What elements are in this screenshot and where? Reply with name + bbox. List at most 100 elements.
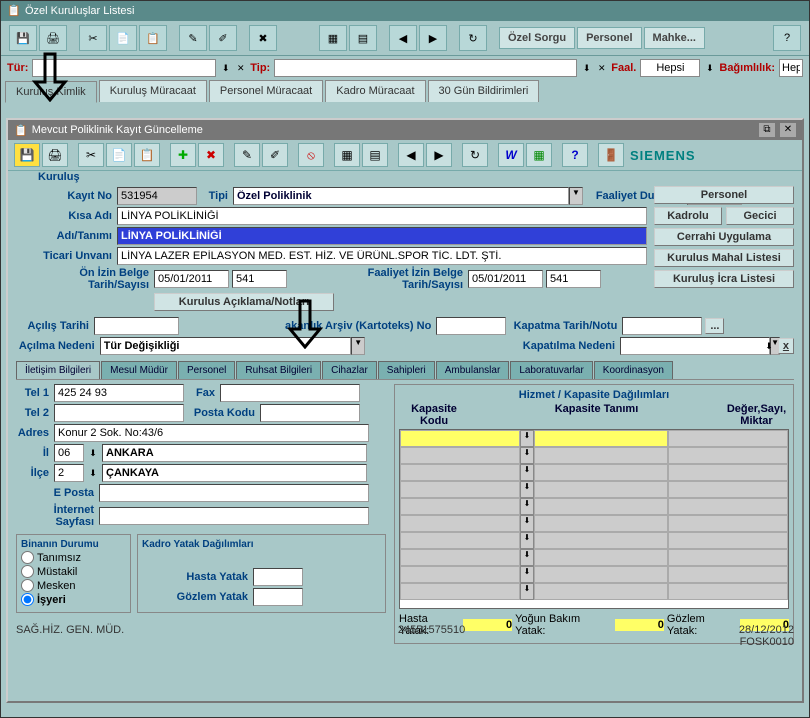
fax-field[interactable]: [220, 384, 360, 402]
highlight-icon[interactable]: ✐: [209, 25, 237, 51]
form-icon[interactable]: ▤: [349, 25, 377, 51]
tel1-field[interactable]: [54, 384, 184, 402]
prev-icon[interactable]: ◀: [398, 143, 424, 167]
kapatma-tarih-field[interactable]: [622, 317, 702, 335]
tab-personel-muracaat[interactable]: Personel Müracaat: [209, 80, 323, 102]
lookup-icon[interactable]: ⬇: [763, 339, 775, 353]
add-icon[interactable]: ✚: [170, 143, 196, 167]
faal-input[interactable]: [640, 59, 700, 77]
bagimlilik-input[interactable]: [779, 59, 803, 77]
window-icon[interactable]: ▦: [319, 25, 347, 51]
lookup-icon[interactable]: ⬇: [520, 430, 534, 447]
exit-icon[interactable]: 🚪: [598, 143, 624, 167]
kap-kod-input[interactable]: [400, 430, 520, 447]
hasta-yatak-field[interactable]: [253, 568, 303, 586]
kap-tanim-input[interactable]: [534, 430, 668, 447]
cut-icon[interactable]: ✂: [78, 143, 104, 167]
lookup-icon[interactable]: ⬇: [87, 466, 99, 480]
lookup-icon[interactable]: ⬇: [581, 61, 592, 75]
icra-button[interactable]: Kuruluş İcra Listesi: [654, 270, 794, 288]
ilce-kod-field[interactable]: [54, 464, 84, 482]
refresh-icon[interactable]: ↻: [462, 143, 488, 167]
remove-icon[interactable]: ✖: [198, 143, 224, 167]
personel-button[interactable]: Personel: [654, 186, 794, 204]
chevron-down-icon[interactable]: ▼: [569, 187, 583, 205]
tab-kurulus-muracaat[interactable]: Kuruluş Müracaat: [99, 80, 207, 102]
radio-tanimsiz[interactable]: [21, 551, 34, 564]
tur-input[interactable]: [32, 59, 216, 77]
cerrahi-button[interactable]: Cerrahi Uygulama: [654, 228, 794, 246]
prev-icon[interactable]: ◀: [389, 25, 417, 51]
tab-kurulus-kimlik[interactable]: Kuruluş Kimlik: [5, 81, 97, 103]
tab-sahipleri[interactable]: Sahipleri: [378, 361, 435, 379]
kurulus-aciklama-button[interactable]: Kurulus Açıklama/Notları: [154, 293, 334, 311]
clear-icon[interactable]: ✕: [596, 61, 607, 75]
copy-icon[interactable]: 📄: [106, 143, 132, 167]
radio-isyeri[interactable]: [21, 593, 34, 606]
lookup-icon[interactable]: ⬇: [220, 61, 231, 75]
cancel-icon[interactable]: ⦸: [298, 143, 324, 167]
faaliyet-izin-tarih-field[interactable]: [468, 270, 543, 288]
kisa-adi-field[interactable]: [117, 207, 647, 225]
adi-tanimi-field[interactable]: [117, 227, 647, 245]
cut-icon[interactable]: ✂: [79, 25, 107, 51]
il-ad-field[interactable]: [102, 444, 367, 462]
next-icon[interactable]: ▶: [426, 143, 452, 167]
acilis-tarihi-field[interactable]: [94, 317, 179, 335]
help-icon[interactable]: ?: [562, 143, 588, 167]
personel-button[interactable]: Personel: [577, 27, 641, 49]
faaliyet-izin-sayi-field[interactable]: [546, 270, 601, 288]
kadrolu-button[interactable]: Kadrolu: [654, 207, 722, 225]
save-icon[interactable]: 💾: [14, 143, 40, 167]
mahal-button[interactable]: Kurulus Mahal Listesi: [654, 249, 794, 267]
tip-input[interactable]: [274, 59, 577, 77]
paste-icon[interactable]: 📋: [139, 25, 167, 51]
gecici-button[interactable]: Gecici: [726, 207, 794, 225]
close-icon[interactable]: ✕: [780, 123, 796, 137]
refresh-icon[interactable]: ↻: [459, 25, 487, 51]
save-icon[interactable]: 💾: [9, 25, 37, 51]
delete-icon[interactable]: ✖: [249, 25, 277, 51]
tab-personel[interactable]: Personel: [178, 361, 235, 379]
kapatilma-nedeni-field[interactable]: [620, 337, 770, 355]
tipi-field[interactable]: [233, 187, 569, 205]
help-icon[interactable]: ?: [773, 25, 801, 51]
copy-icon[interactable]: 📄: [109, 25, 137, 51]
ilce-ad-field[interactable]: [102, 464, 367, 482]
tab-iletisim[interactable]: İletişim Bilgileri: [16, 361, 100, 379]
word-icon[interactable]: W: [498, 143, 524, 167]
tel2-field[interactable]: [54, 404, 184, 422]
acilma-nedeni-field[interactable]: [100, 337, 352, 355]
tab-ruhsat[interactable]: Ruhsat Bilgileri: [236, 361, 321, 379]
internet-field[interactable]: [99, 507, 369, 525]
gozlem-yatak-field[interactable]: [253, 588, 303, 606]
bakanlik-arsiv-field[interactable]: [436, 317, 506, 335]
next-icon[interactable]: ▶: [419, 25, 447, 51]
window-icon[interactable]: ▦: [334, 143, 360, 167]
restore-icon[interactable]: ⧉: [759, 123, 775, 137]
eposta-field[interactable]: [99, 484, 369, 502]
chevron-down-icon[interactable]: ▼: [351, 337, 365, 355]
lookup-icon[interactable]: ⬇: [704, 61, 715, 75]
kapasite-table[interactable]: ⬇ ⬇ ⬇ ⬇ ⬇ ⬇ ⬇ ⬇ ⬇ ⬇: [399, 429, 789, 609]
il-kod-field[interactable]: [54, 444, 84, 462]
print-icon[interactable]: 🖨: [42, 143, 68, 167]
print-icon[interactable]: 🖨: [39, 25, 67, 51]
tab-cihazlar[interactable]: Cihazlar: [322, 361, 377, 379]
on-izin-tarih-field[interactable]: [154, 270, 229, 288]
on-izin-sayi-field[interactable]: [232, 270, 287, 288]
radio-mesken[interactable]: [21, 579, 34, 592]
clear-button[interactable]: x: [778, 338, 794, 354]
tab-30gun[interactable]: 30 Gün Bildirimleri: [428, 80, 540, 102]
ozel-sorgu-button[interactable]: Özel Sorgu: [499, 27, 575, 49]
paste-icon[interactable]: 📋: [134, 143, 160, 167]
excel-icon[interactable]: ▦: [526, 143, 552, 167]
posta-kodu-field[interactable]: [260, 404, 360, 422]
lookup-icon[interactable]: ⬇: [87, 446, 99, 460]
form-icon[interactable]: ▤: [362, 143, 388, 167]
mahke-button[interactable]: Mahke...: [644, 27, 705, 49]
clear-icon[interactable]: ✕: [235, 61, 246, 75]
edit-icon[interactable]: ✎: [234, 143, 260, 167]
radio-mustakil[interactable]: [21, 565, 34, 578]
tab-mesul-mudur[interactable]: Mesul Müdür: [101, 361, 177, 379]
